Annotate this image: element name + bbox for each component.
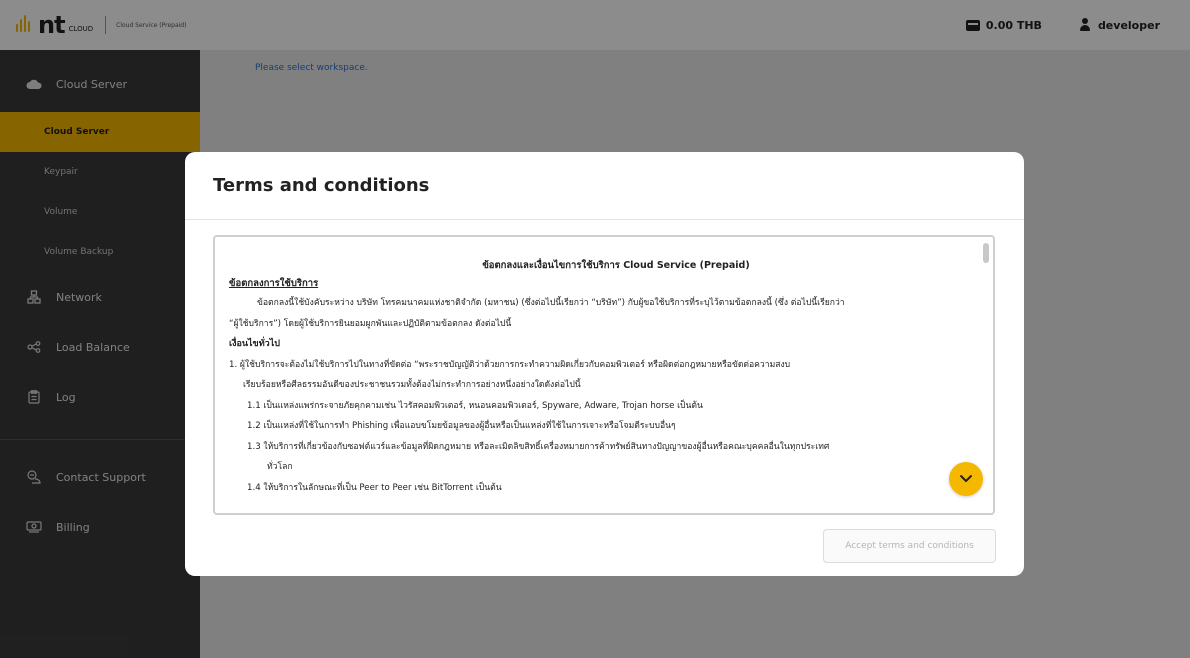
terms-modal: Terms and conditions ข้อตกลงและเงื่อนไขก… (185, 152, 1024, 576)
terms-general-title: เงื่อนไขทั่วไป (229, 339, 280, 349)
modal-header: Terms and conditions (185, 152, 1024, 220)
terms-section-title: ข้อตกลงการใช้บริการ (229, 278, 319, 289)
terms-item: เรียบร้อยหรือศีลธรรมอันดีของประชาชนรวมทั… (243, 380, 581, 390)
terms-paragraph: ข้อตกลงนี้ใช้บังคับระหว่าง บริษัท โทรคมน… (257, 298, 845, 308)
terms-subitem: 1.1 เป็นแหล่งแพร่กระจายภัยคุกคามเช่น ไวร… (247, 400, 703, 411)
accept-terms-button[interactable]: Accept terms and conditions (823, 529, 996, 563)
chevron-down-icon (960, 475, 972, 482)
terms-subitem: 1.4 ให้บริการในลักษณะที่เป็น Peer to Pee… (247, 482, 502, 493)
terms-subitem: 1.3 ให้บริการที่เกี่ยวข้องกับซอฟต์แวร์แล… (247, 441, 830, 452)
terms-item: 1. ผู้ใช้บริการจะต้องไม่ใช้บริการไปในทาง… (229, 359, 791, 370)
terms-doc-title: ข้อตกลงและเงื่อนไขการใช้บริการ Cloud Ser… (482, 260, 750, 271)
terms-subitem: ทั่วโลก (267, 462, 293, 472)
modal-title: Terms and conditions (213, 175, 430, 196)
terms-subitem: 1.2 เป็นแหล่งที่ใช้ในการทำ Phishing เพื่… (247, 421, 676, 431)
scrollbar-thumb[interactable] (983, 243, 989, 263)
terms-paragraph: “ผู้ใช้บริการ”) โดยผู้ใช้บริการยินยอมผูก… (229, 318, 512, 329)
terms-scroll-area[interactable]: ข้อตกลงและเงื่อนไขการใช้บริการ Cloud Ser… (213, 235, 995, 515)
scroll-down-button[interactable] (949, 462, 983, 496)
